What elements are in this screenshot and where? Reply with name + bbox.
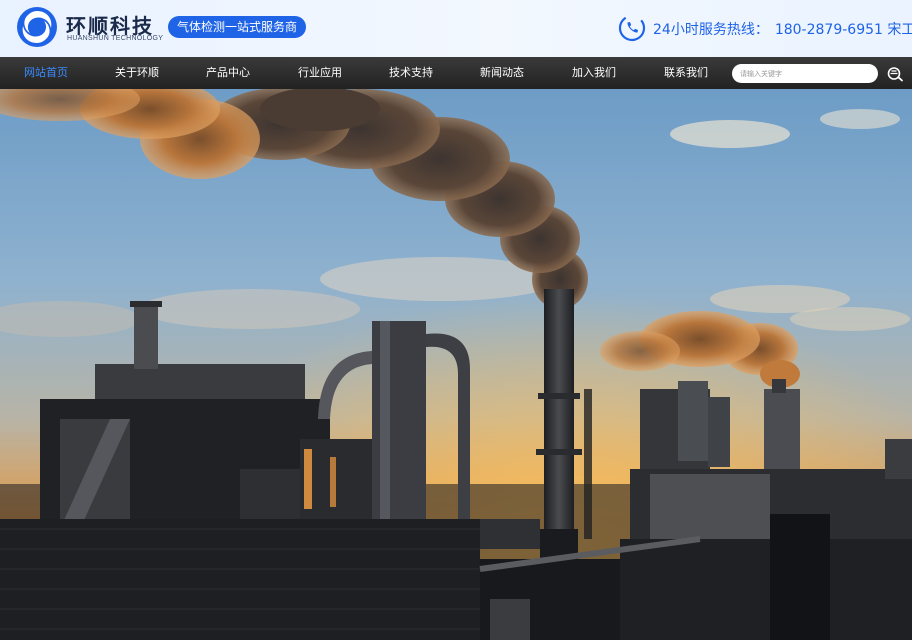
nav-item-join[interactable]: 加入我们 [562, 57, 626, 89]
nav-item-contact[interactable]: 联系我们 [654, 57, 718, 89]
foreground-warehouses [0, 514, 912, 640]
logo-english-name: HUANSHUN TECHNOLOGY [67, 35, 164, 42]
factory-smokestacks-image [0, 89, 912, 640]
search-input[interactable] [732, 64, 878, 83]
hotline: 24小时服务热线： 180-2879-6951 宋工 [653, 19, 912, 39]
logo-swirl-icon[interactable] [16, 6, 58, 48]
nav-item-support[interactable]: 技术支持 [379, 57, 443, 89]
site-header: 环顺科技 HUANSHUN TECHNOLOGY 气体检测一站式服务商 24小时… [0, 0, 912, 57]
nav-item-industry[interactable]: 行业应用 [288, 57, 352, 89]
nav-item-about[interactable]: 关于环顺 [105, 57, 169, 89]
search-icon[interactable] [886, 66, 904, 82]
hotline-label: 24小时服务热线： [653, 22, 769, 38]
slogan-badge: 气体检测一站式服务商 [168, 16, 307, 38]
hotline-number[interactable]: 180-2879-6951 宋工 [775, 22, 912, 38]
nav-item-products[interactable]: 产品中心 [196, 57, 260, 89]
hero-banner [0, 89, 912, 640]
nav-item-home[interactable]: 网站首页 [14, 57, 78, 89]
nav-item-news[interactable]: 新闻动态 [470, 57, 534, 89]
phone-icon [618, 14, 646, 42]
